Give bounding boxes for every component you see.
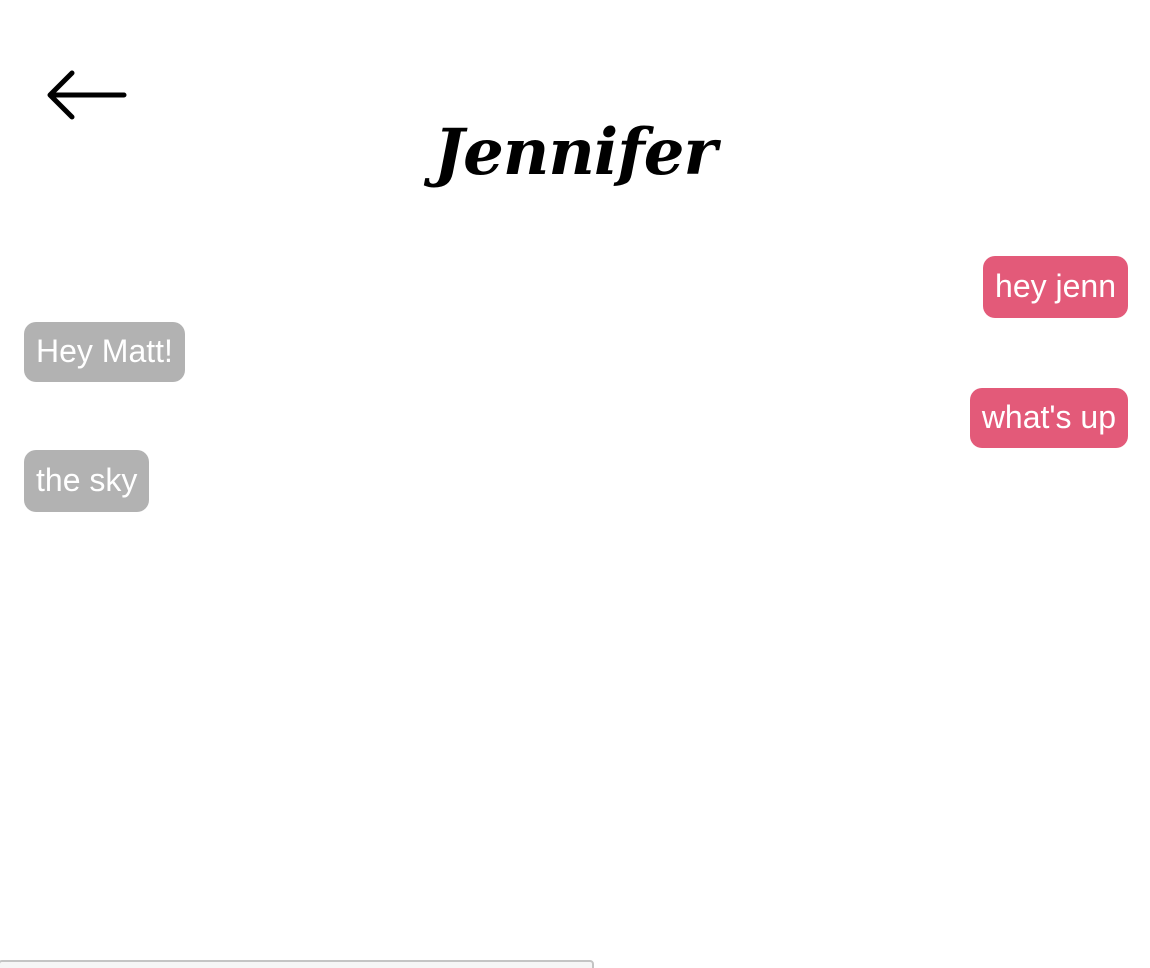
message-row: Hey Matt!: [24, 322, 1128, 382]
message-row: hey jenn: [24, 256, 1128, 318]
message-row: the sky: [24, 450, 1128, 512]
contact-name-title: Jennifer: [433, 115, 717, 190]
message-list: hey jenn Hey Matt! what's up the sky: [24, 256, 1128, 516]
received-message-bubble: the sky: [24, 450, 150, 512]
message-input[interactable]: [0, 960, 594, 968]
received-message-bubble: Hey Matt!: [24, 322, 185, 382]
sent-message-bubble: what's up: [969, 388, 1128, 448]
message-row: what's up: [24, 388, 1128, 448]
chat-screen: Jennifer hey jenn Hey Matt! what's up th…: [0, 0, 1150, 968]
sent-message-bubble: hey jenn: [983, 256, 1128, 318]
